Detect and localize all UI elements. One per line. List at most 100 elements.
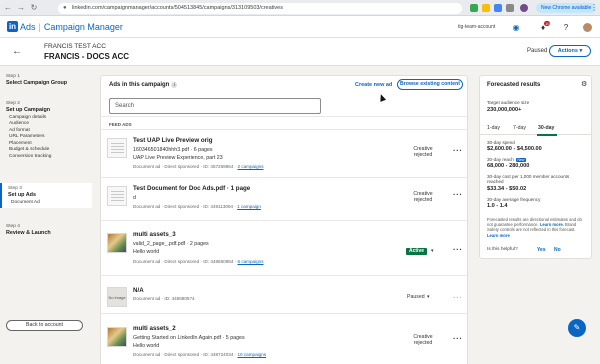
shield-icon[interactable]: ◉ bbox=[511, 23, 521, 33]
logo-ads-text: Ads bbox=[20, 21, 36, 32]
ads-heading: Ads in this campaign i bbox=[109, 82, 178, 88]
substep-placement[interactable]: Placement bbox=[6, 141, 92, 146]
ad-pages: 5 pages bbox=[225, 335, 245, 341]
no-button[interactable]: No bbox=[554, 247, 561, 253]
divider bbox=[101, 220, 467, 221]
actions-button[interactable]: Actions ▾ bbox=[549, 45, 591, 57]
ad-file: 160346501840hhh3.pdf · 6 pages bbox=[133, 147, 213, 153]
divider bbox=[101, 313, 467, 314]
step-number: Step 4 bbox=[6, 224, 20, 229]
status-badge: Creative rejected bbox=[413, 191, 433, 203]
step-2[interactable]: Step 2 Set up Campaign Campaign details … bbox=[0, 101, 92, 159]
logo-product-text: Campaign Manager bbox=[43, 21, 123, 32]
ad-sponsor: Direct sponsored bbox=[164, 204, 200, 209]
divider bbox=[101, 129, 467, 130]
more-options-icon[interactable]: ··· bbox=[453, 190, 463, 199]
chat-help-button[interactable]: ✎ bbox=[568, 319, 586, 337]
tab-7-day[interactable]: 7-day bbox=[513, 125, 526, 131]
step-title: Review & Launch bbox=[6, 230, 51, 236]
info-icon[interactable]: i bbox=[171, 82, 178, 88]
substep-audience[interactable]: Audience bbox=[6, 121, 92, 126]
page-title: FRANCIS - DOCS ACC bbox=[44, 52, 130, 61]
yes-button[interactable]: Yes bbox=[537, 247, 546, 253]
ad-thumbnail bbox=[107, 138, 127, 158]
account-label: FRANCIS TEST ACC bbox=[44, 43, 106, 50]
more-options-icon[interactable]: ··· bbox=[453, 245, 463, 254]
divider bbox=[101, 177, 467, 178]
chevron-down-icon[interactable]: ▾ bbox=[427, 294, 430, 300]
create-new-ad-link[interactable]: Create new ad bbox=[355, 82, 392, 88]
address-bar[interactable]: ● linkedin.com/campaignmanager/accounts/… bbox=[58, 3, 462, 14]
ad-campaigns-link[interactable]: 2 campaigns bbox=[237, 164, 263, 169]
ad-file: Getting Started on LinkedIn Again.pdf · … bbox=[133, 335, 245, 341]
account-name[interactable]: tig-team-account bbox=[458, 24, 495, 30]
ad-id: ID: 449113094 bbox=[203, 204, 234, 209]
gear-icon[interactable]: ⚙ bbox=[581, 80, 587, 88]
step-3[interactable]: Step 3 Set up Ads Document Ad bbox=[0, 183, 92, 208]
step-title: Select Campaign Group bbox=[6, 80, 68, 86]
substep-document-ad[interactable]: Document Ad bbox=[8, 200, 92, 205]
profile-icon[interactable] bbox=[520, 4, 528, 12]
search-input[interactable]: Search bbox=[109, 98, 321, 114]
substep-url-parameters[interactable]: URL Parameters bbox=[6, 134, 92, 139]
forward-arrow-icon[interactable]: → bbox=[16, 3, 26, 13]
ad-meta: Document ad · Direct sponsored · ID: 457… bbox=[133, 164, 264, 169]
more-options-icon[interactable]: ··· bbox=[453, 293, 463, 302]
reach-label: 30-day reach New bbox=[487, 157, 527, 162]
ad-meta: Document ad · Direct sponsored · ID: 448… bbox=[133, 259, 264, 264]
extension-icon[interactable] bbox=[470, 4, 478, 12]
spend-value: $2,600.00 - $4,500.00 bbox=[487, 146, 542, 152]
campaign-header: ← FRANCIS TEST ACC FRANCIS - DOCS ACC Pa… bbox=[0, 38, 600, 66]
ad-title[interactable]: N/A bbox=[133, 287, 144, 294]
linkedin-logo[interactable]: in Ads | Campaign Manager bbox=[7, 21, 123, 32]
substep-conversion-tracking[interactable]: Conversion tracking bbox=[6, 154, 92, 159]
ad-thumbnail bbox=[107, 233, 127, 253]
tab-30-day[interactable]: 30-day bbox=[538, 125, 554, 131]
back-arrow-icon[interactable]: ← bbox=[12, 46, 22, 57]
ad-title[interactable]: multi assets_3 bbox=[133, 231, 176, 238]
back-to-account-button[interactable]: Back to account bbox=[6, 320, 83, 331]
extension-icon[interactable] bbox=[494, 4, 502, 12]
ad-title[interactable]: multi assets_2 bbox=[133, 325, 176, 332]
substep-ad-format[interactable]: Ad format bbox=[6, 128, 92, 133]
browse-existing-content-button[interactable]: Browse existing content bbox=[397, 79, 463, 90]
step-4[interactable]: Step 4 Review & Launch bbox=[0, 224, 92, 236]
forecast-disclaimer: Forecasted results are directional estim… bbox=[487, 217, 587, 238]
ad-title[interactable]: Test UAP Live Preview orig bbox=[133, 137, 213, 144]
linkedin-icon: in bbox=[7, 21, 18, 32]
status-badge[interactable]: Active bbox=[406, 248, 428, 255]
ad-pages: 6 pages bbox=[193, 147, 213, 153]
ad-pages: 2 pages bbox=[189, 241, 209, 247]
frequency-value: 1.0 - 1.4 bbox=[487, 203, 508, 209]
ad-campaigns-link[interactable]: 10 campaigns bbox=[237, 352, 266, 357]
substep-budget-schedule[interactable]: Budget & schedule bbox=[6, 147, 92, 152]
new-chrome-button[interactable]: New Chrome available bbox=[536, 3, 597, 13]
substep-campaign-details[interactable]: Campaign details bbox=[6, 115, 92, 120]
ad-meta: Document ad · ID: 448680574 bbox=[133, 296, 195, 301]
browser-toolbar: ← → ↻ ● linkedin.com/campaignmanager/acc… bbox=[0, 0, 600, 16]
extension-icon[interactable] bbox=[482, 4, 490, 12]
more-options-icon[interactable]: ··· bbox=[453, 146, 463, 155]
tab-1-day[interactable]: 1-day bbox=[487, 125, 500, 131]
ad-thumbnail bbox=[107, 327, 127, 347]
back-arrow-icon[interactable]: ← bbox=[3, 3, 13, 13]
help-icon[interactable]: ? bbox=[561, 23, 571, 33]
avatar[interactable] bbox=[583, 23, 592, 32]
kebab-menu-icon[interactable]: ⋮ bbox=[590, 3, 598, 12]
reach-value: 68,000 - 280,000 bbox=[487, 163, 530, 169]
status-badge[interactable]: Paused bbox=[407, 294, 425, 300]
ad-file-name: Getting Started on LinkedIn Again.pdf bbox=[133, 335, 222, 341]
learn-more-link[interactable]: Learn more bbox=[487, 233, 510, 238]
ad-campaigns-link[interactable]: 1 campaign bbox=[237, 204, 261, 209]
reload-icon[interactable]: ↻ bbox=[29, 3, 39, 13]
step-number: Step 1 bbox=[6, 74, 20, 79]
extension-icon[interactable] bbox=[506, 4, 514, 12]
ad-title[interactable]: Test Document for Doc Ads.pdf · 1 page bbox=[133, 185, 250, 192]
ads-heading-text: Ads in this campaign bbox=[109, 82, 170, 88]
ad-campaigns-link[interactable]: 6 campaigns bbox=[237, 259, 263, 264]
ad-sponsor: Direct sponsored bbox=[164, 164, 200, 169]
chevron-down-icon[interactable]: ▾ bbox=[431, 248, 434, 254]
step-1[interactable]: Step 1 Select Campaign Group bbox=[0, 74, 92, 86]
more-options-icon[interactable]: ··· bbox=[453, 334, 463, 343]
cpm-value: $33.34 - $50.02 bbox=[487, 186, 527, 192]
